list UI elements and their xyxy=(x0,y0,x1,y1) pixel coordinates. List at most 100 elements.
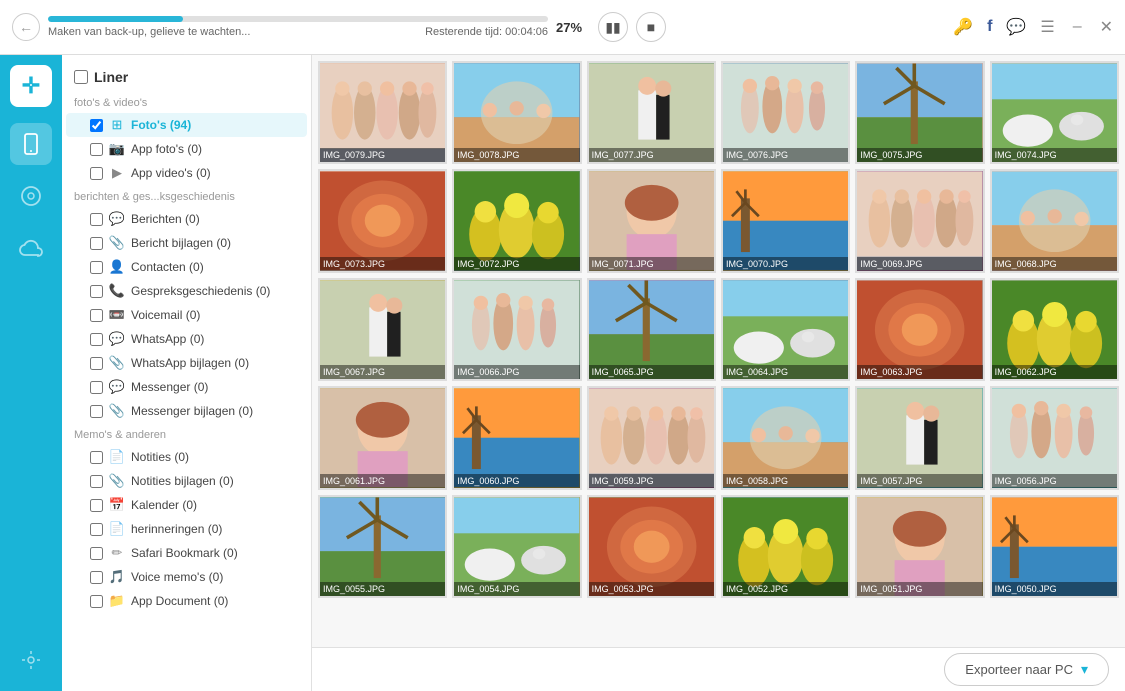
chat-icon[interactable]: 💬 xyxy=(1006,17,1026,37)
photo-cell[interactable]: IMG_0068.JPG xyxy=(990,169,1119,272)
tree-item-safari[interactable]: ✏ Safari Bookmark (0) xyxy=(66,541,307,565)
photo-cell[interactable]: IMG_0064.JPG xyxy=(721,278,850,381)
app-document-label: App Document (0) xyxy=(131,594,297,608)
checkbox-notities[interactable] xyxy=(90,451,103,464)
checkbox-app-document[interactable] xyxy=(90,595,103,608)
photo-label: IMG_0060.JPG xyxy=(454,474,579,488)
tree-item-messenger[interactable]: 💬 Messenger (0) xyxy=(66,375,307,399)
photo-cell[interactable]: IMG_0074.JPG xyxy=(990,61,1119,164)
app-videos-icon: ▶ xyxy=(109,165,125,181)
photo-label: IMG_0056.JPG xyxy=(992,474,1117,488)
pause-button[interactable]: ▮▮ xyxy=(598,12,628,42)
tree-item-berichten[interactable]: 💬 Berichten (0) xyxy=(66,207,307,231)
export-button[interactable]: Exporteer naar PC ▾ xyxy=(944,653,1109,686)
progress-percent: 27% xyxy=(556,20,582,35)
tree-item-voicemail[interactable]: 📼 Voicemail (0) xyxy=(66,303,307,327)
gespreks-label: Gespreksgeschiedenis (0) xyxy=(131,284,297,298)
checkbox-notities-bijlagen[interactable] xyxy=(90,475,103,488)
photo-cell[interactable]: IMG_0052.JPG xyxy=(721,495,850,598)
app-fotos-icon: 📷 xyxy=(109,141,125,157)
tree-item-herinneringen[interactable]: 📄 herinneringen (0) xyxy=(66,517,307,541)
photo-label: IMG_0051.JPG xyxy=(857,582,982,596)
facebook-icon[interactable]: f xyxy=(987,18,992,36)
tree-item-voice-memos[interactable]: 🎵 Voice memo's (0) xyxy=(66,565,307,589)
photo-cell[interactable]: IMG_0056.JPG xyxy=(990,386,1119,489)
photo-cell[interactable]: IMG_0050.JPG xyxy=(990,495,1119,598)
photo-cell[interactable]: IMG_0061.JPG xyxy=(318,386,447,489)
photo-cell[interactable]: IMG_0065.JPG xyxy=(587,278,716,381)
nav-cloud[interactable] xyxy=(10,227,52,269)
checkbox-fotos[interactable] xyxy=(90,119,103,132)
checkbox-gespreks[interactable] xyxy=(90,285,103,298)
herinneringen-label: herinneringen (0) xyxy=(131,522,297,536)
nav-device[interactable] xyxy=(10,123,52,165)
photo-cell[interactable]: IMG_0067.JPG xyxy=(318,278,447,381)
nav-music[interactable] xyxy=(10,175,52,217)
photo-cell[interactable]: IMG_0053.JPG xyxy=(587,495,716,598)
photo-cell[interactable]: IMG_0073.JPG xyxy=(318,169,447,272)
nav-tools[interactable] xyxy=(10,639,52,681)
photo-cell[interactable]: IMG_0077.JPG xyxy=(587,61,716,164)
tree-item-fotos[interactable]: ⊞ Foto's (94) xyxy=(66,113,307,137)
photo-cell[interactable]: IMG_0066.JPG xyxy=(452,278,581,381)
tree-item-gespreksgeschiedenis[interactable]: 📞 Gespreksgeschiedenis (0) xyxy=(66,279,307,303)
tree-item-notities-bijlagen[interactable]: 📎 Notities bijlagen (0) xyxy=(66,469,307,493)
photo-cell[interactable]: IMG_0071.JPG xyxy=(587,169,716,272)
photo-cell[interactable]: IMG_0058.JPG xyxy=(721,386,850,489)
photo-label: IMG_0069.JPG xyxy=(857,257,982,271)
checkbox-messenger[interactable] xyxy=(90,381,103,394)
stop-button[interactable]: ■ xyxy=(636,12,666,42)
checkbox-voicemail[interactable] xyxy=(90,309,103,322)
checkbox-app-fotos[interactable] xyxy=(90,143,103,156)
tree-item-app-videos[interactable]: ▶ App video's (0) xyxy=(66,161,307,185)
photo-cell[interactable]: IMG_0060.JPG xyxy=(452,386,581,489)
tree-item-app-fotos[interactable]: 📷 App foto's (0) xyxy=(66,137,307,161)
photo-cell[interactable]: IMG_0063.JPG xyxy=(855,278,984,381)
photo-cell[interactable]: IMG_0072.JPG xyxy=(452,169,581,272)
tree-item-notities[interactable]: 📄 Notities (0) xyxy=(66,445,307,469)
photo-cell[interactable]: IMG_0075.JPG xyxy=(855,61,984,164)
back-button[interactable]: ← xyxy=(12,13,40,41)
photo-cell[interactable]: IMG_0078.JPG xyxy=(452,61,581,164)
tree-item-app-document[interactable]: 📁 App Document (0) xyxy=(66,589,307,613)
checkbox-bericht-bijlagen[interactable] xyxy=(90,237,103,250)
whatsapp-bijlagen-label: WhatsApp bijlagen (0) xyxy=(131,356,297,370)
checkbox-kalender[interactable] xyxy=(90,499,103,512)
checkbox-messenger-bijlagen[interactable] xyxy=(90,405,103,418)
tree-item-bericht-bijlagen[interactable]: 📎 Bericht bijlagen (0) xyxy=(66,231,307,255)
checkbox-voice-memos[interactable] xyxy=(90,571,103,584)
minimize-button[interactable]: – xyxy=(1073,18,1082,36)
checkbox-safari[interactable] xyxy=(90,547,103,560)
photo-cell[interactable]: IMG_0059.JPG xyxy=(587,386,716,489)
notities-bijlagen-icon: 📎 xyxy=(109,473,125,489)
checkbox-whatsapp-bijlagen[interactable] xyxy=(90,357,103,370)
photo-cell[interactable]: IMG_0079.JPG xyxy=(318,61,447,164)
photo-cell[interactable]: IMG_0057.JPG xyxy=(855,386,984,489)
photo-cell[interactable]: IMG_0051.JPG xyxy=(855,495,984,598)
tree-item-kalender[interactable]: 📅 Kalender (0) xyxy=(66,493,307,517)
checkbox-herinneringen[interactable] xyxy=(90,523,103,536)
tree-item-contacten[interactable]: 👤 Contacten (0) xyxy=(66,255,307,279)
photo-cell[interactable]: IMG_0076.JPG xyxy=(721,61,850,164)
photo-cell[interactable]: IMG_0054.JPG xyxy=(452,495,581,598)
key-icon[interactable]: 🔑 xyxy=(953,17,973,37)
photo-cell[interactable]: IMG_0070.JPG xyxy=(721,169,850,272)
tree-item-whatsapp-bijlagen[interactable]: 📎 WhatsApp bijlagen (0) xyxy=(66,351,307,375)
sidebar-collapse[interactable] xyxy=(62,331,82,361)
photo-cell[interactable]: IMG_0069.JPG xyxy=(855,169,984,272)
photo-cell[interactable]: IMG_0055.JPG xyxy=(318,495,447,598)
tree-item-messenger-bijlagen[interactable]: 📎 Messenger bijlagen (0) xyxy=(66,399,307,423)
app-fotos-label: App foto's (0) xyxy=(131,142,297,156)
photo-cell[interactable]: IMG_0062.JPG xyxy=(990,278,1119,381)
bottom-bar: Exporteer naar PC ▾ xyxy=(312,647,1125,691)
close-button[interactable]: ✕ xyxy=(1100,17,1113,37)
menu-icon[interactable]: ☰ xyxy=(1040,17,1054,37)
checkbox-whatsapp[interactable] xyxy=(90,333,103,346)
voicemail-label: Voicemail (0) xyxy=(131,308,297,322)
checkbox-berichten[interactable] xyxy=(90,213,103,226)
panel-header-checkbox[interactable] xyxy=(74,70,88,84)
checkbox-app-videos[interactable] xyxy=(90,167,103,180)
checkbox-contacten[interactable] xyxy=(90,261,103,274)
tree-item-whatsapp[interactable]: 💬 WhatsApp (0) xyxy=(66,327,307,351)
notities-bijlagen-label: Notities bijlagen (0) xyxy=(131,474,297,488)
